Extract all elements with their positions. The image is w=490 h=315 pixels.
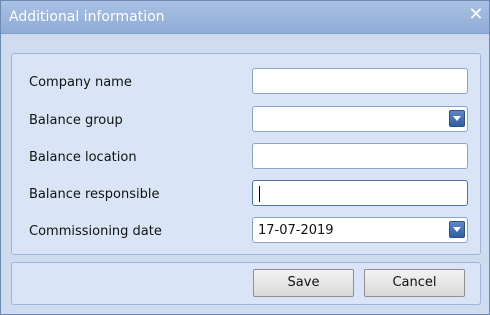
balance-responsible-row: Balance responsible [12,180,480,210]
balance-responsible-input[interactable] [252,180,468,206]
balance-location-label: Balance location [29,150,137,165]
cancel-button[interactable]: Cancel [364,269,465,297]
commissioning-date-value: 17-07-2019 [258,223,334,238]
commissioning-date-label: Commissioning date [29,224,162,239]
balance-location-input[interactable] [252,143,468,169]
company-name-label: Company name [29,75,132,90]
commissioning-date-dropdown-button[interactable] [449,221,465,238]
dialog-title: Additional information [9,9,165,25]
save-button[interactable]: Save [253,269,354,297]
company-name-input[interactable] [252,68,468,94]
chevron-down-icon [453,116,461,121]
commissioning-date-row: Commissioning date 17-07-2019 [12,217,480,247]
button-panel: Save Cancel [11,262,481,305]
form-panel: Company name Balance group Balance locat… [11,53,481,255]
commissioning-date-picker[interactable]: 17-07-2019 [252,217,468,243]
chevron-down-icon [453,227,461,232]
text-cursor [259,186,260,202]
balance-location-row: Balance location [12,143,480,173]
balance-group-label: Balance group [29,113,123,128]
balance-responsible-label: Balance responsible [29,187,160,202]
additional-information-dialog: Additional information ✕ Company name Ba… [0,0,490,315]
balance-group-dropdown[interactable] [252,106,468,132]
company-name-row: Company name [12,68,480,98]
balance-group-row: Balance group [12,106,480,136]
close-icon[interactable]: ✕ [466,5,486,25]
title-bar: Additional information ✕ [1,1,489,34]
balance-group-dropdown-button[interactable] [449,110,465,127]
